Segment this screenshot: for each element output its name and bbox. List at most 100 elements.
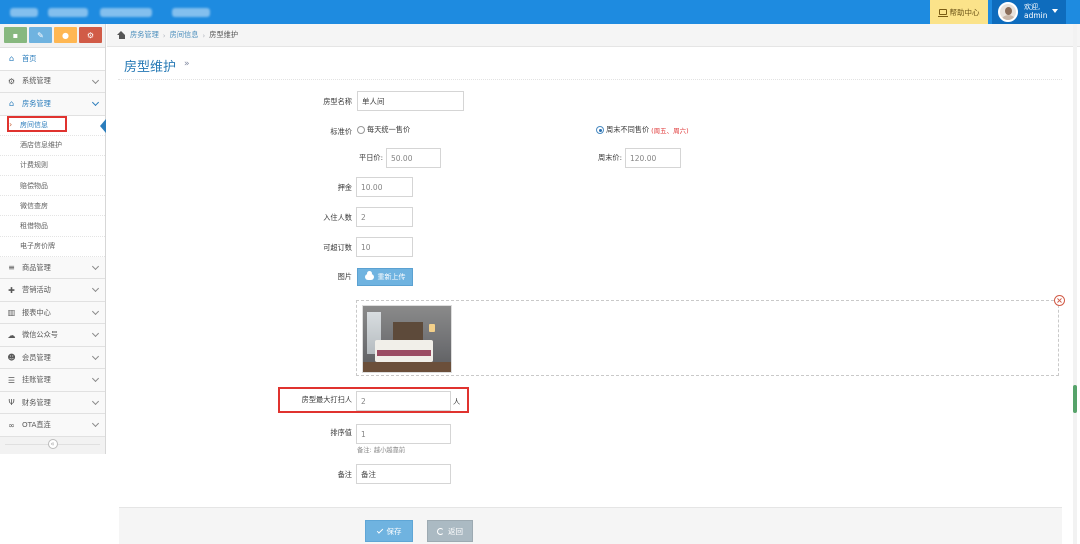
sidebar-item-label: 商品管理	[22, 262, 51, 272]
sort-input[interactable]: 1	[356, 424, 451, 444]
pencil-icon[interactable]: ✎	[29, 27, 52, 43]
chevron-down-icon	[91, 262, 100, 270]
users-icon[interactable]: ●	[54, 27, 77, 43]
submenu-item-label: 电子房价牌	[20, 242, 55, 251]
handshake-icon: ∞	[8, 420, 15, 430]
reupload-button[interactable]: 重新上传	[357, 268, 413, 286]
radio-button-selected[interactable]	[596, 126, 604, 134]
cloud-upload-icon	[364, 271, 374, 280]
chevron-down-icon	[91, 397, 100, 405]
chevron-down-icon	[91, 420, 100, 428]
laptop-icon	[937, 9, 948, 17]
cogs-icon[interactable]: ⚙	[79, 27, 102, 43]
weekend-note: (周五、周六)	[651, 127, 689, 135]
avatar	[998, 2, 1018, 22]
weekend-price-label: 周末价:	[598, 153, 622, 162]
breadcrumb-item[interactable]: 房间信息	[170, 30, 199, 40]
database-icon: ≡	[8, 263, 15, 273]
submenu-item-hotel-info[interactable]: 酒店信息维护	[0, 136, 105, 156]
image-preview-zone[interactable]	[356, 300, 1059, 376]
chevron-down-icon	[91, 352, 100, 360]
sidebar-item-credit[interactable]: ☰ 挂账管理	[0, 369, 105, 392]
weekend-price-radio[interactable]: 周末不同售价 (周五、周六)	[596, 125, 689, 135]
sidebar-item-label: 房务管理	[22, 98, 51, 108]
submenu-item-wechat-room-check[interactable]: 微信查房	[0, 196, 105, 217]
gift-icon: ✚	[8, 285, 15, 295]
radio-label: 周末不同售价	[606, 125, 650, 134]
submenu-item-price-board[interactable]: 电子房价牌	[0, 237, 105, 257]
breadcrumb: 房务管理 › 房间信息 › 房型维护	[107, 24, 1080, 47]
sidebar-item-goods[interactable]: ≡ 商品管理	[0, 256, 105, 280]
weekday-price-input[interactable]: 50.00	[386, 148, 441, 168]
chevron-down-icon	[91, 76, 100, 84]
scrollbar-track[interactable]	[1073, 24, 1077, 544]
sidebar-item-reports[interactable]: ▥ 报表中心	[0, 301, 105, 325]
image-label: 图片	[337, 272, 352, 281]
remark-input[interactable]: 备注	[356, 464, 451, 484]
highlight-box	[7, 116, 67, 132]
submenu-item-rental-items[interactable]: 租借物品	[0, 216, 105, 237]
sidebar-item-ota[interactable]: ∞ OTA直连	[0, 414, 105, 437]
sidebar-item-marketing[interactable]: ✚ 营销活动	[0, 279, 105, 302]
sidebar-item-label: 财务管理	[22, 397, 51, 407]
caret-down-icon	[1052, 9, 1058, 13]
home-icon[interactable]	[117, 31, 126, 39]
sort-hint: 备注: 越小越靠前	[357, 447, 406, 454]
active-indicator	[100, 118, 106, 133]
breadcrumb-current: 房型维护	[209, 30, 239, 39]
breadcrumb-item[interactable]: 房务管理	[130, 30, 159, 40]
user-name: admin	[1024, 11, 1048, 20]
sidebar-shortcuts: ▪ ✎ ● ⚙	[0, 24, 105, 48]
sidebar-item-system[interactable]: ⚙ 系统管理	[0, 70, 105, 93]
occupancy-input[interactable]: 2	[356, 207, 413, 227]
blurred-brand	[172, 8, 210, 17]
submenu-item-compensation[interactable]: 赔偿物品	[0, 176, 105, 197]
submenu-item-label: 赔偿物品	[20, 181, 48, 190]
sort-label: 排序值	[330, 428, 352, 437]
user-menu[interactable]: 欢迎, admin	[992, 0, 1066, 24]
radio-button[interactable]	[357, 126, 365, 134]
undo-icon	[437, 527, 444, 535]
sidebar-item-label: 微信公众号	[22, 330, 58, 340]
remove-image-icon[interactable]: ×	[1054, 295, 1065, 306]
radio-label: 每天统一售价	[367, 125, 411, 134]
bar-chart-icon: ▥	[7, 308, 16, 318]
chevron-down-icon	[91, 375, 100, 383]
scrollbar-thumb[interactable]	[1073, 385, 1077, 413]
welcome-text: 欢迎,	[1024, 3, 1041, 11]
collapse-left-icon[interactable]: «	[47, 438, 58, 449]
deposit-input[interactable]: 10.00	[356, 177, 413, 197]
sidebar-item-wechat[interactable]: ☁ 微信公众号	[0, 324, 105, 347]
sidebar-item-label: 系统管理	[22, 76, 51, 86]
chart-icon[interactable]: ▪	[4, 27, 27, 43]
top-navbar: 帮助中心 欢迎, admin	[0, 0, 1080, 24]
max-cleaners-label: 房型最大打扫人	[301, 395, 352, 404]
sidebar-item-label: 挂账管理	[22, 375, 51, 385]
page-header: 房型维护 »	[118, 52, 1062, 80]
sidebar: ▪ ✎ ● ⚙ ⌂ 首页 ⚙ 系统管理 ⌂ 房务管理 房间信息 酒店信息维护 计…	[0, 24, 106, 454]
sidebar-item-label: 报表中心	[22, 307, 51, 317]
sidebar-item-home[interactable]: ⌂ 首页	[0, 48, 105, 71]
blurred-brand	[10, 8, 38, 17]
unified-price-radio[interactable]: 每天统一售价	[357, 125, 410, 135]
save-button[interactable]: 保存	[365, 520, 413, 542]
bookable-input[interactable]: 10	[356, 237, 413, 257]
room-photo[interactable]	[362, 305, 452, 373]
help-center-button[interactable]: 帮助中心	[930, 0, 988, 24]
sidebar-item-members[interactable]: ☻ 会员管理	[0, 346, 105, 370]
weekend-price-input[interactable]: 120.00	[625, 148, 681, 168]
room-name-input[interactable]: 单人间	[357, 91, 464, 111]
sidebar-item-label: 首页	[22, 53, 37, 63]
back-button[interactable]: 返回	[427, 520, 473, 542]
chevron-down-icon	[91, 307, 100, 315]
max-cleaners-input[interactable]: 2	[356, 391, 451, 411]
sidebar-item-finance[interactable]: Ψ 财务管理	[0, 391, 105, 415]
deposit-label: 押金	[337, 183, 352, 192]
submenu-item-billing-rules[interactable]: 计费规则	[0, 156, 105, 177]
chevron-down-icon	[91, 98, 100, 107]
gear-icon: ⚙	[7, 76, 16, 86]
breadcrumb-separator: ›	[202, 30, 206, 40]
submenu-item-label: 微信查房	[20, 201, 48, 210]
bookable-label: 可超订数	[323, 243, 352, 252]
sidebar-item-housekeeping[interactable]: ⌂ 房务管理	[0, 93, 105, 116]
